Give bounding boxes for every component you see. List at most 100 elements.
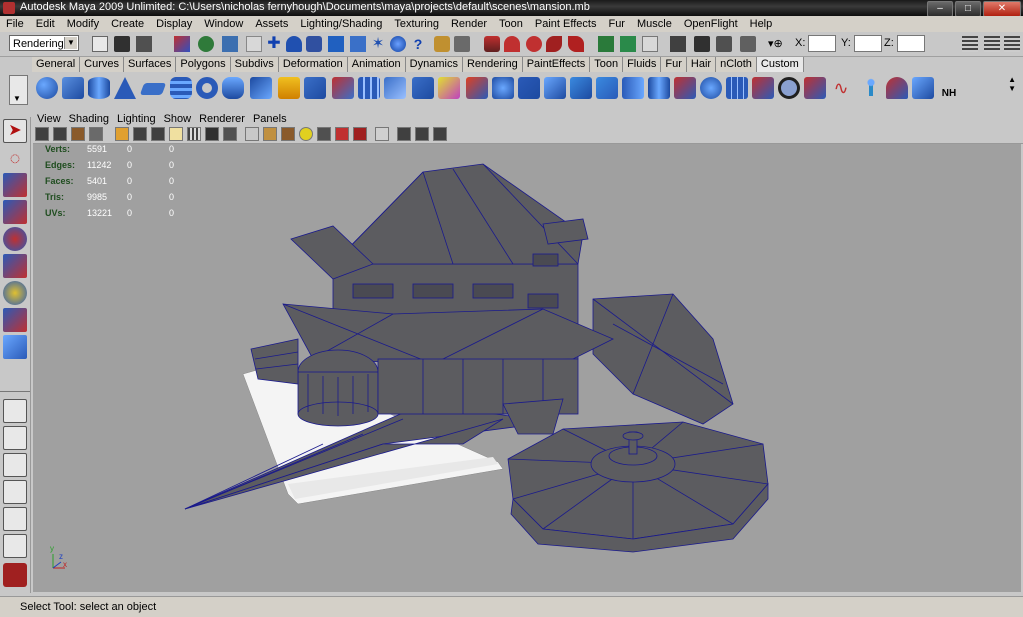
menu-lighting-shading[interactable]: Lighting/Shading [294, 18, 388, 30]
open-scene-icon[interactable] [114, 36, 130, 52]
poly-torus-icon[interactable] [196, 77, 218, 99]
select-tool-icon[interactable] [778, 77, 800, 99]
render-settings-icon[interactable] [740, 36, 756, 52]
save-scene-icon[interactable] [136, 36, 152, 52]
outliner-layout-icon[interactable] [3, 453, 27, 477]
channel-box-icon[interactable] [1004, 36, 1020, 52]
y-field[interactable] [854, 35, 882, 52]
tab-dynamics[interactable]: Dynamics [405, 57, 463, 72]
tab-general[interactable]: General [32, 57, 81, 72]
maya-app-icon[interactable] [3, 2, 15, 14]
poly-helix-icon[interactable] [170, 77, 192, 99]
tab-subdivs[interactable]: Subdivs [230, 57, 279, 72]
construction-history-icon[interactable] [642, 36, 658, 52]
combine-icon[interactable] [518, 77, 540, 99]
resolution-gate-icon[interactable] [151, 127, 165, 141]
select-surface-icon[interactable] [328, 36, 344, 52]
cylindrical-map-icon[interactable] [648, 77, 670, 99]
menu-create[interactable]: Create [105, 18, 150, 30]
extrude-icon[interactable] [250, 77, 272, 99]
menu-file[interactable]: File [0, 18, 30, 30]
snap-to-curve-icon[interactable] [504, 36, 520, 52]
hud-toggle-icon[interactable] [433, 127, 447, 141]
snap-to-live-icon[interactable] [568, 36, 584, 52]
perspective-viewport[interactable]: Verts: 5591 0 0 Edges: 11242 0 0 Faces: … [33, 144, 1021, 592]
smooth-shade-icon[interactable] [205, 127, 219, 141]
menu-assets[interactable]: Assets [249, 18, 294, 30]
rotate-tool-icon[interactable] [3, 227, 27, 251]
menu-window[interactable]: Window [198, 18, 249, 30]
tool-settings-icon[interactable] [984, 36, 1000, 52]
insert-edge-loop-icon[interactable] [358, 77, 380, 99]
bookmarks-icon[interactable] [71, 127, 85, 141]
film-gate-icon[interactable] [133, 127, 147, 141]
custom-nh-icon[interactable]: NH [938, 77, 960, 99]
panel-menu-view[interactable]: View [33, 113, 65, 125]
select-handle-icon[interactable]: ✚ [266, 36, 282, 52]
menu-fur[interactable]: Fur [602, 18, 631, 30]
tab-toon[interactable]: Toon [590, 57, 624, 72]
menu-help[interactable]: Help [744, 18, 779, 30]
hypershade-layout-icon[interactable] [3, 507, 27, 531]
tab-fur[interactable]: Fur [661, 57, 687, 72]
high-quality-icon[interactable] [397, 127, 411, 141]
menu-modify[interactable]: Modify [61, 18, 105, 30]
tab-painteffects[interactable]: PaintEffects [522, 57, 591, 72]
menu-openflight[interactable]: OpenFlight [678, 18, 744, 30]
default-material-icon[interactable] [245, 127, 259, 141]
lock-selection-icon[interactable] [246, 36, 262, 52]
select-by-object-icon[interactable] [198, 36, 214, 52]
tab-custom[interactable]: Custom [756, 57, 804, 72]
render-current-frame-icon[interactable] [694, 36, 710, 52]
select-dynamic-icon[interactable]: ✶ [370, 36, 386, 52]
spherical-map-icon[interactable] [700, 77, 722, 99]
panel-menu-shading[interactable]: Shading [65, 113, 113, 125]
camera-select-icon[interactable] [35, 127, 49, 141]
single-pane-layout-icon[interactable] [3, 399, 27, 423]
snap-to-grid-icon[interactable] [484, 36, 500, 52]
highlight-selection-icon[interactable] [454, 36, 470, 52]
mirror-geometry-icon[interactable] [570, 77, 592, 99]
menu-texturing[interactable]: Texturing [388, 18, 445, 30]
xray-joints-icon[interactable] [335, 127, 349, 141]
poly-plane-icon[interactable] [139, 83, 167, 95]
panel-menu-show[interactable]: Show [160, 113, 196, 125]
minimize-button[interactable]: – [927, 1, 953, 17]
bridge-icon[interactable] [278, 77, 300, 99]
select-curve-icon[interactable] [306, 36, 322, 52]
lock-icon[interactable] [434, 36, 450, 52]
planar-map-icon[interactable] [674, 77, 696, 99]
poly-cylinder-icon[interactable] [88, 77, 110, 99]
graph-layout-icon[interactable] [3, 534, 27, 558]
select-deformation-icon[interactable] [350, 36, 366, 52]
soft-select-icon[interactable] [804, 77, 826, 99]
universal-manipulator-icon[interactable] [3, 281, 27, 305]
paint-select-icon[interactable] [3, 173, 27, 197]
select-by-hierarchy-icon[interactable] [174, 36, 190, 52]
menu-muscle[interactable]: Muscle [631, 18, 678, 30]
textured-icon[interactable] [263, 127, 277, 141]
persp-graph-layout-icon[interactable] [3, 480, 27, 504]
use-all-lights-icon[interactable] [281, 127, 295, 141]
input-history-icon[interactable] [598, 36, 614, 52]
select-tool-icon[interactable]: ➤ [3, 119, 27, 143]
panel-menu-renderer[interactable]: Renderer [195, 113, 249, 125]
snap-to-point-icon[interactable] [526, 36, 542, 52]
separate-icon[interactable] [544, 77, 566, 99]
four-pane-layout-icon[interactable] [3, 426, 27, 450]
panel-menu-panels[interactable]: Panels [249, 113, 291, 125]
x-field[interactable] [808, 35, 836, 52]
safe-action-icon[interactable] [169, 127, 183, 141]
wireframe-on-shaded-icon[interactable] [223, 127, 237, 141]
snap-to-view-icon[interactable] [546, 36, 562, 52]
close-button[interactable]: ✕ [983, 1, 1021, 17]
image-plane-icon[interactable] [89, 127, 103, 141]
smooth-icon[interactable] [492, 77, 514, 99]
grid-icon[interactable] [115, 127, 129, 141]
tab-fluids[interactable]: Fluids [623, 57, 662, 72]
extract-icon[interactable] [596, 77, 618, 99]
poly-pipe-icon[interactable] [222, 77, 244, 99]
attribute-editor-icon[interactable] [962, 36, 978, 52]
camera-attributes-icon[interactable] [53, 127, 67, 141]
new-scene-icon[interactable] [92, 36, 108, 52]
